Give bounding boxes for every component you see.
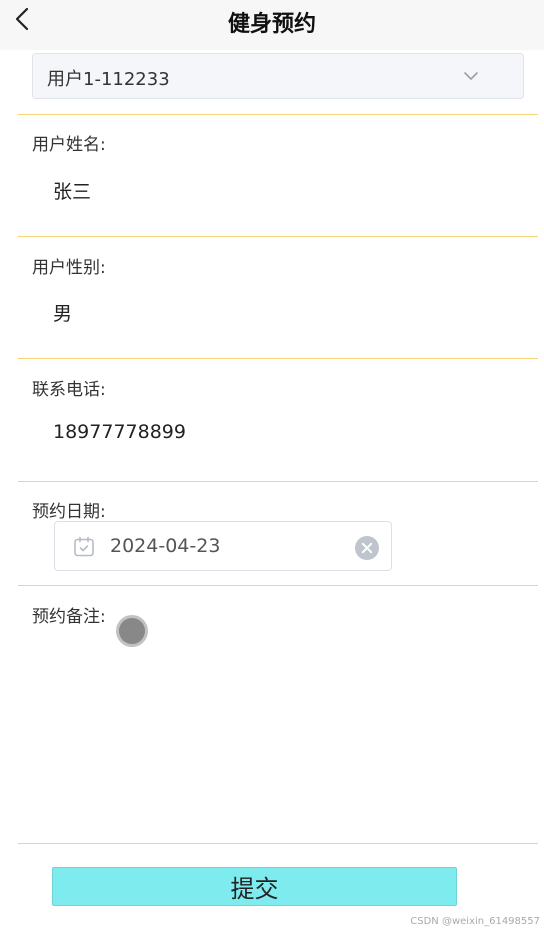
gender-value: 男 — [53, 303, 73, 325]
divider — [18, 114, 538, 115]
phone-value: 18977778899 — [53, 421, 186, 443]
watermark: CSDN @weixin_61498557 — [410, 916, 540, 927]
user-select-value: 用户1-112233 — [47, 69, 170, 90]
divider — [18, 358, 538, 359]
calendar-icon — [74, 536, 94, 557]
gender-label: 用户性别: — [32, 258, 106, 278]
nav-bar: 健身预约 — [0, 0, 544, 50]
phone-label: 联系电话: — [32, 380, 106, 400]
name-label: 用户姓名: — [32, 135, 106, 155]
name-value: 张三 — [53, 181, 92, 203]
page-title: 健身预约 — [227, 12, 316, 37]
remark-label: 预约备注: — [32, 607, 106, 627]
user-select-dropdown[interactable]: 用户1-112233 — [32, 53, 524, 99]
divider — [18, 481, 538, 482]
divider — [18, 585, 538, 586]
touch-indicator — [116, 615, 148, 647]
remark-textarea[interactable] — [120, 600, 520, 820]
chevron-down-icon — [464, 72, 478, 80]
divider — [18, 843, 538, 844]
date-value: 2024-04-23 — [110, 535, 221, 557]
submit-button[interactable]: 提交 — [52, 867, 457, 906]
divider — [18, 236, 538, 237]
date-label: 预约日期: — [32, 502, 106, 522]
date-picker-input[interactable]: 2024-04-23 — [54, 521, 392, 571]
clear-icon[interactable] — [354, 535, 380, 561]
